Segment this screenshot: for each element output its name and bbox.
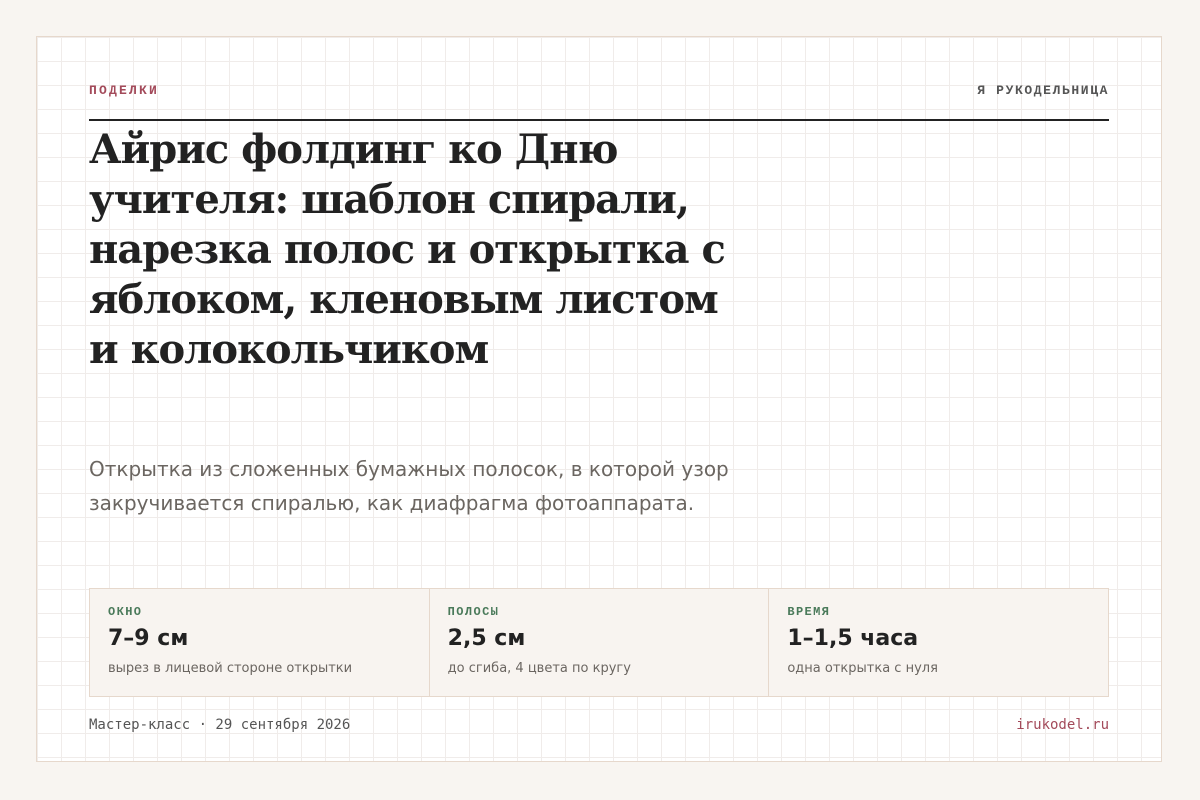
category-label[interactable]: ПОДЕЛКИ	[89, 83, 159, 98]
article-meta: Мастер-класс · 29 сентября 2026	[89, 717, 351, 733]
brand-name[interactable]: Я РУКОДЕЛЬНИЦА	[977, 83, 1109, 98]
site-link[interactable]: irukodel.ru	[1016, 717, 1109, 733]
stat-note: одна открытка с нуля	[787, 661, 938, 676]
stat-strips: ПОЛОСЫ 2,5 см до сгиба, 4 цвета по кругу	[428, 589, 769, 696]
card-header: ПОДЕЛКИ Я РУКОДЕЛЬНИЦА	[89, 83, 1109, 121]
stat-label: ПОЛОСЫ	[447, 605, 500, 619]
stats-panel: ОКНО 7–9 см вырез в лицевой стороне откр…	[89, 588, 1109, 697]
article-card: ПОДЕЛКИ Я РУКОДЕЛЬНИЦА Айрис фолдинг ко …	[36, 36, 1162, 762]
stat-note: вырез в лицевой стороне открытки	[108, 661, 353, 676]
stat-value: 7–9 см	[108, 626, 189, 651]
stat-note: до сгиба, 4 цвета по кругу	[447, 661, 631, 676]
stat-value: 1–1,5 часа	[787, 626, 919, 651]
stat-window: ОКНО 7–9 см вырез в лицевой стороне откр…	[90, 589, 429, 696]
article-title: Айрис фолдинг ко Дню учителя: шаблон спи…	[89, 126, 726, 373]
stat-value: 2,5 см	[447, 626, 526, 651]
stat-label: ОКНО	[108, 605, 143, 619]
stat-label: ВРЕМЯ	[787, 605, 831, 619]
stat-time: ВРЕМЯ 1–1,5 часа одна открытка с нуля	[768, 589, 1108, 696]
article-lede: Открытка из сложенных бумажных полосок, …	[89, 457, 729, 515]
